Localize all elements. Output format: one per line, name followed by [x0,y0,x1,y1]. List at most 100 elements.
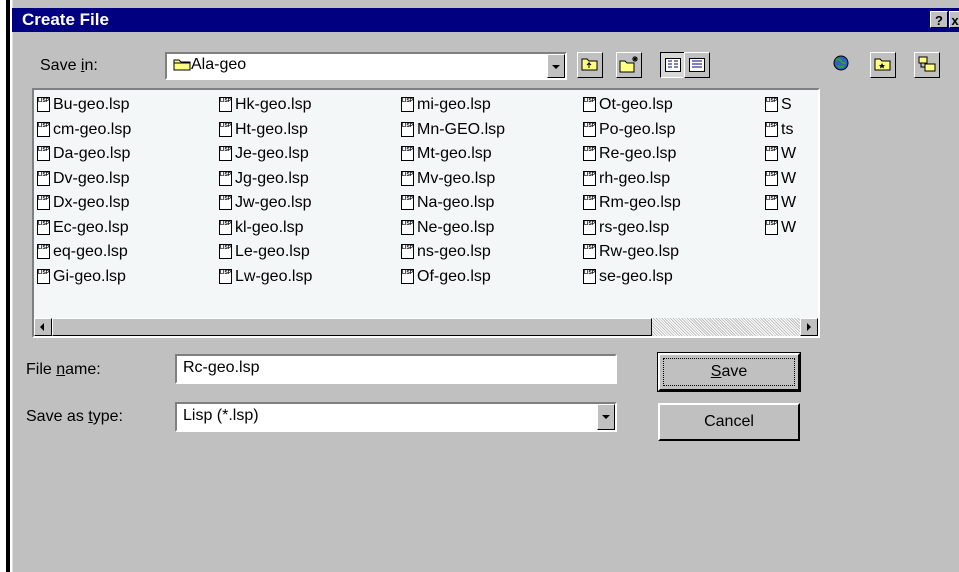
file-item[interactable]: LISP Ne-geo.lsp [401,219,505,244]
up-one-level-button[interactable] [577,52,603,78]
file-item[interactable]: LISP Re-geo.lsp [583,145,681,170]
globe-button[interactable] [828,52,854,78]
file-item[interactable]: LISP Bu-geo.lsp [37,96,131,121]
file-item[interactable]: LISP Le-geo.lsp [219,243,312,268]
file-item[interactable]: LISP kl-geo.lsp [219,219,312,244]
save-button-focus: Save [663,358,795,386]
file-item[interactable]: LISP Rm-geo.lsp [583,194,681,219]
lisp-file-icon: LISP [401,244,414,259]
folder-tree-button[interactable] [914,52,940,78]
file-item[interactable]: LISP Mn-GEO.lsp [401,121,505,146]
save-as-type-select[interactable]: Lisp (*.lsp) [175,402,617,432]
file-item[interactable]: LISP Ec-geo.lsp [37,219,131,244]
file-name: Mn-GEO.lsp [417,120,506,138]
scroll-right-button[interactable] [800,318,818,336]
file-item[interactable]: LISP Gi-geo.lsp [37,268,131,293]
file-item[interactable]: LISP Hk-geo.lsp [219,96,312,121]
lisp-file-icon: LISP [37,121,50,137]
file-name: mi-geo.lsp [417,96,491,113]
close-button[interactable]: x [949,11,959,28]
file-name: eq-geo.lsp [53,243,128,260]
file-item[interactable]: LISP Jw-geo.lsp [219,194,312,219]
file-item[interactable]: LISP Na-geo.lsp [401,194,505,219]
file-name: Mt-geo.lsp [417,145,492,162]
lisp-file-icon: LISP [765,146,778,161]
favorites-folder-button[interactable] [870,52,896,78]
title-bar[interactable]: Create File ? x [12,8,959,32]
scroll-left-button[interactable] [34,318,52,336]
file-item[interactable]: LISP mi-geo.lsp [401,96,505,121]
file-item[interactable]: LISP cm-geo.lsp [37,121,131,146]
help-button[interactable]: ? [930,11,948,28]
file-name-accel: n [56,361,66,378]
file-item[interactable]: LISP Mv-geo.lsp [401,170,505,195]
lisp-file-icon: LISP [37,219,50,235]
file-name: cm-geo.lsp [53,120,132,138]
file-item[interactable]: LISP W [765,194,796,219]
file-name: kl-geo.lsp [235,218,304,236]
scrollbar-thumb[interactable] [52,318,652,336]
lisp-file-icon: LISP [37,195,50,210]
file-item[interactable]: LISP rs-geo.lsp [583,219,681,244]
create-new-folder-button[interactable] [616,52,642,78]
file-item[interactable]: LISP ns-geo.lsp [401,243,505,268]
file-item[interactable]: LISP W [765,145,796,170]
file-item[interactable]: LISP Da-geo.lsp [37,145,131,170]
file-item[interactable]: LISP Dv-geo.lsp [37,170,131,195]
file-item[interactable]: LISP Dx-geo.lsp [37,194,131,219]
lisp-file-icon: LISP [765,195,778,210]
file-name: Ec-geo.lsp [53,218,129,236]
file-name-value: Rc-geo.lsp [183,359,260,376]
save-as-type-dropdown-button[interactable] [597,404,615,430]
cancel-button[interactable]: Cancel [658,403,800,441]
file-item[interactable]: LISP Jg-geo.lsp [219,170,312,195]
file-name: Of-geo.lsp [417,267,491,285]
file-item[interactable]: LISP rh-geo.lsp [583,170,681,195]
file-name: Ot-geo.lsp [599,96,673,113]
lisp-file-icon: LISP [765,219,778,235]
file-item[interactable]: LISP Mt-geo.lsp [401,145,505,170]
file-column-3: LISP mi-geo.lsp LISP Mn-GEO.lsp LISP Mt-geo… [401,96,505,292]
lisp-file-icon: LISP [401,121,414,137]
file-item[interactable]: LISP se-geo.lsp [583,268,681,293]
lisp-file-icon: LISP [583,219,596,235]
save-in-combo[interactable]: Ala-geo [165,52,567,80]
save-as-type-label: Save as type: [26,408,123,426]
file-item[interactable]: LISP Ht-geo.lsp [219,121,312,146]
file-column-1: LISP Bu-geo.lsp LISP cm-geo.lsp LISP Da-geo… [37,96,131,292]
lisp-file-icon: LISP [219,244,232,259]
lisp-file-icon: LISP [401,219,414,235]
lisp-file-icon: LISP [37,170,50,186]
file-item[interactable]: LISP Po-geo.lsp [583,121,681,146]
file-item[interactable]: LISP Of-geo.lsp [401,268,505,293]
lisp-file-icon: LISP [219,219,232,235]
file-item[interactable]: LISP Je-geo.lsp [219,145,312,170]
file-name: Ne-geo.lsp [417,218,495,236]
file-name: se-geo.lsp [599,267,673,285]
list-view-button[interactable] [660,52,686,78]
details-view-button[interactable] [684,52,710,78]
file-list[interactable]: LISP Bu-geo.lsp LISP cm-geo.lsp LISP Da-geo… [32,88,820,338]
file-item[interactable]: LISP eq-geo.lsp [37,243,131,268]
file-name: S [781,96,792,113]
save-as-type-value: Lisp (*.lsp) [183,407,259,424]
lisp-file-icon: LISP [583,121,596,137]
file-item[interactable]: LISP Ot-geo.lsp [583,96,681,121]
file-name-label: File name: [26,361,101,379]
save-in-dropdown-button[interactable] [547,54,565,78]
lisp-file-icon: LISP [219,121,232,137]
file-name-input[interactable]: Rc-geo.lsp [175,354,617,384]
file-item[interactable]: LISP Lw-geo.lsp [219,268,312,293]
lisp-file-icon: LISP [583,195,596,210]
file-item[interactable]: LISP S [765,96,796,121]
details-view-icon [689,58,705,72]
lisp-file-icon: LISP [583,170,596,186]
file-item[interactable]: LISP ts [765,121,796,146]
file-column-4: LISP Ot-geo.lsp LISP Po-geo.lsp LISP Re-geo… [583,96,681,292]
file-item[interactable]: LISP W [765,170,796,195]
lisp-file-icon: LISP [219,195,232,210]
save-button[interactable]: Save [657,352,801,392]
horizontal-scrollbar[interactable] [34,318,818,336]
file-item[interactable]: LISP W [765,219,796,244]
file-item[interactable]: LISP Rw-geo.lsp [583,243,681,268]
